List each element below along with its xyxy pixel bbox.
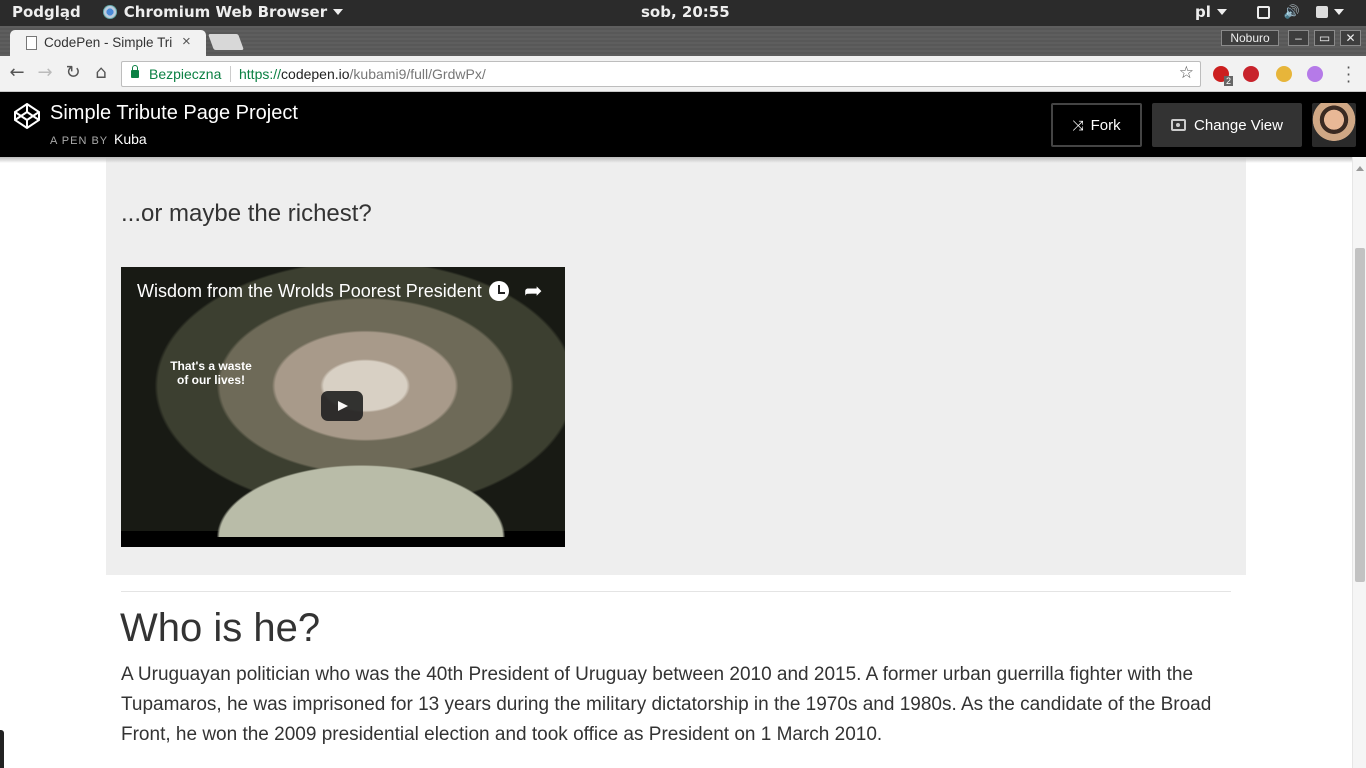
address-bar[interactable]: Bezpieczna https://codepen.io/kubami9/fu…	[121, 61, 1201, 87]
video-caption: That's a waste of our lives!	[170, 359, 252, 387]
lock-icon	[131, 65, 139, 78]
share-icon[interactable]: ➦	[524, 278, 542, 304]
fork-icon: ⤨	[1072, 116, 1084, 133]
subheading: ...or maybe the richest?	[121, 200, 372, 227]
app-name: Chromium Web Browser	[123, 3, 328, 21]
pen-byline: A PEN BY Kuba	[50, 131, 147, 147]
scrollbar[interactable]	[1352, 157, 1366, 768]
back-icon[interactable]: ←	[6, 62, 28, 84]
home-icon[interactable]: ⌂	[90, 62, 112, 84]
tab-close-icon[interactable]: ×	[182, 33, 191, 50]
codepen-header: Simple Tribute Page Project A PEN BY Kub…	[0, 92, 1366, 157]
window-list-icon[interactable]	[1256, 5, 1270, 19]
secure-label: Bezpieczna	[149, 66, 222, 82]
divider	[121, 591, 1231, 592]
tab-title: CodePen - Simple Tribute Page Project	[44, 35, 172, 50]
bookmark-star-icon[interactable]: ☆	[1179, 63, 1194, 83]
pinterest-icon[interactable]	[1243, 66, 1259, 82]
url-text[interactable]: https://codepen.io/kubami9/full/GrdwPx/	[239, 66, 486, 82]
purple-extension-icon[interactable]	[1307, 66, 1323, 82]
battery-icon[interactable]	[1316, 6, 1329, 18]
youtube-video[interactable]: That's a waste of our lives! Wisdom from…	[121, 267, 565, 547]
view-icon	[1171, 119, 1187, 131]
close-window-button[interactable]: ✕	[1340, 30, 1361, 46]
new-tab-button[interactable]	[208, 34, 244, 50]
keyboard-layout[interactable]: pl	[1195, 3, 1211, 21]
chevron-down-icon	[1216, 9, 1227, 15]
clock[interactable]: sob, 20:55	[641, 3, 730, 21]
app-menu[interactable]: Chromium Web Browser	[102, 3, 344, 21]
tab-strip: CodePen - Simple Tribute Page Project × …	[0, 26, 1366, 56]
coin-extension-icon[interactable]	[1276, 66, 1292, 82]
avatar[interactable]	[1312, 103, 1356, 147]
forward-icon[interactable]: →	[34, 62, 56, 84]
browser-menu-icon[interactable]: · · ·	[1346, 60, 1351, 90]
divider	[230, 66, 231, 82]
play-button[interactable]	[321, 391, 363, 421]
author-link[interactable]: Kuba	[114, 131, 147, 147]
scroll-up-icon[interactable]	[1356, 166, 1364, 171]
video-title[interactable]: Wisdom from the Wrolds Poorest President	[137, 281, 482, 302]
os-top-panel: Podgląd Chromium Web Browser sob, 20:55 …	[0, 0, 1366, 26]
reload-icon[interactable]: ↻	[62, 62, 84, 84]
chevron-down-icon[interactable]	[1334, 9, 1345, 15]
scrollbar-thumb[interactable]	[1355, 248, 1365, 582]
browser-toolbar: ← → ↻ ⌂ Bezpieczna https://codepen.io/ku…	[0, 56, 1366, 92]
section-heading: Who is he?	[120, 606, 321, 650]
pen-preview: ...or maybe the richest? That's a waste …	[0, 157, 1352, 768]
codepen-logo-icon[interactable]	[14, 103, 40, 129]
chevron-down-icon	[333, 9, 344, 15]
page-icon	[26, 36, 37, 50]
jumbotron: ...or maybe the richest? That's a waste …	[106, 157, 1246, 575]
browser-tab[interactable]: CodePen - Simple Tribute Page Project ×	[10, 30, 206, 56]
maximize-button[interactable]: ▭	[1314, 30, 1335, 46]
section-text: A Uruguayan politician who was the 40th …	[121, 664, 1212, 745]
pen-title: Simple Tribute Page Project	[50, 102, 298, 124]
extension-badge: 2	[1224, 76, 1234, 86]
watch-later-icon[interactable]	[489, 281, 509, 301]
os-menu-label[interactable]: Podgląd	[12, 3, 81, 21]
profile-button[interactable]: Noburo	[1221, 30, 1279, 46]
change-view-button[interactable]: Change View	[1152, 103, 1302, 147]
fork-button[interactable]: ⤨ Fork	[1051, 103, 1142, 147]
minimize-button[interactable]: –	[1288, 30, 1309, 46]
chromium-icon	[102, 5, 117, 19]
volume-icon[interactable]: 🔊	[1284, 5, 1300, 20]
